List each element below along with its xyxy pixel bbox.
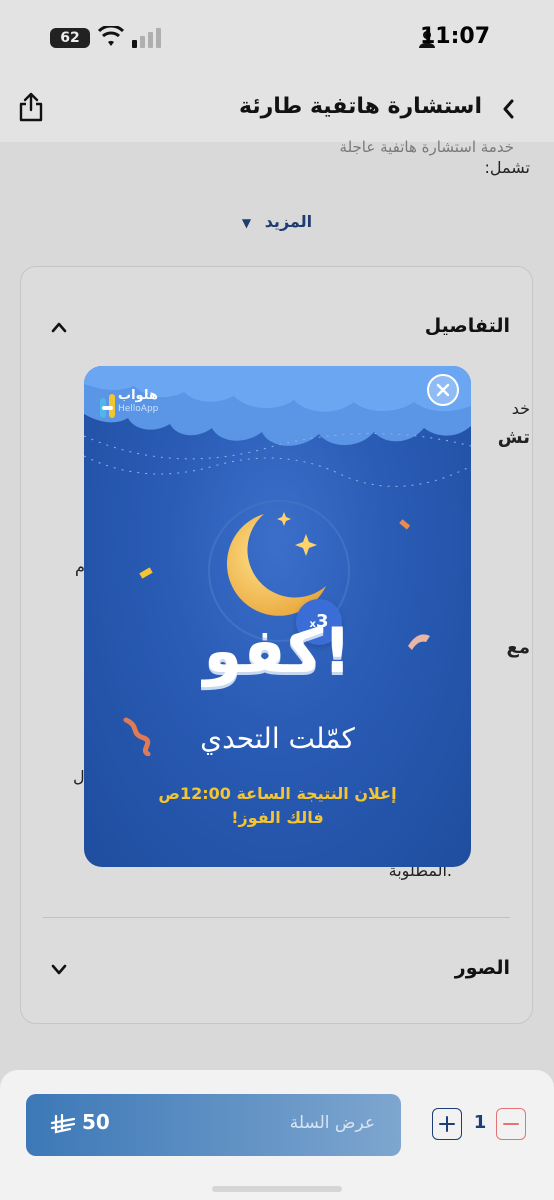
brand-name-en: HelloApp: [118, 404, 159, 414]
brand-name-ar: هلواب: [118, 388, 158, 403]
decrease-quantity-button[interactable]: [496, 1108, 526, 1140]
cart-label: عرض السلة: [289, 1113, 375, 1133]
cart-price: 50: [82, 1110, 110, 1134]
bottom-bar: 50 عرض السلة 1: [0, 1070, 554, 1200]
challenge-popup: هلواب HelloApp x3 !كفو كمّلت التحدي إعلا…: [84, 366, 471, 867]
close-icon: [436, 383, 450, 397]
riyal-icon: [50, 1114, 76, 1134]
popup-headline: !كفو: [203, 614, 352, 687]
increase-quantity-button[interactable]: [432, 1108, 462, 1140]
confetti-decoration: [399, 519, 411, 530]
plus-icon: [439, 1116, 455, 1132]
view-cart-button[interactable]: 50 عرض السلة: [26, 1094, 401, 1156]
home-indicator: [212, 1186, 342, 1192]
popup-subhead: كمّلت التحدي: [200, 722, 355, 755]
quantity-value: 1: [473, 1112, 487, 1133]
popup-announcement: إعلان النتيجة الساعة 12:00ص: [158, 784, 397, 803]
popup-luck: فالك الفوز!: [231, 808, 324, 827]
close-button[interactable]: [427, 374, 459, 406]
minus-icon: [503, 1123, 519, 1125]
confetti-decoration: [139, 567, 153, 579]
